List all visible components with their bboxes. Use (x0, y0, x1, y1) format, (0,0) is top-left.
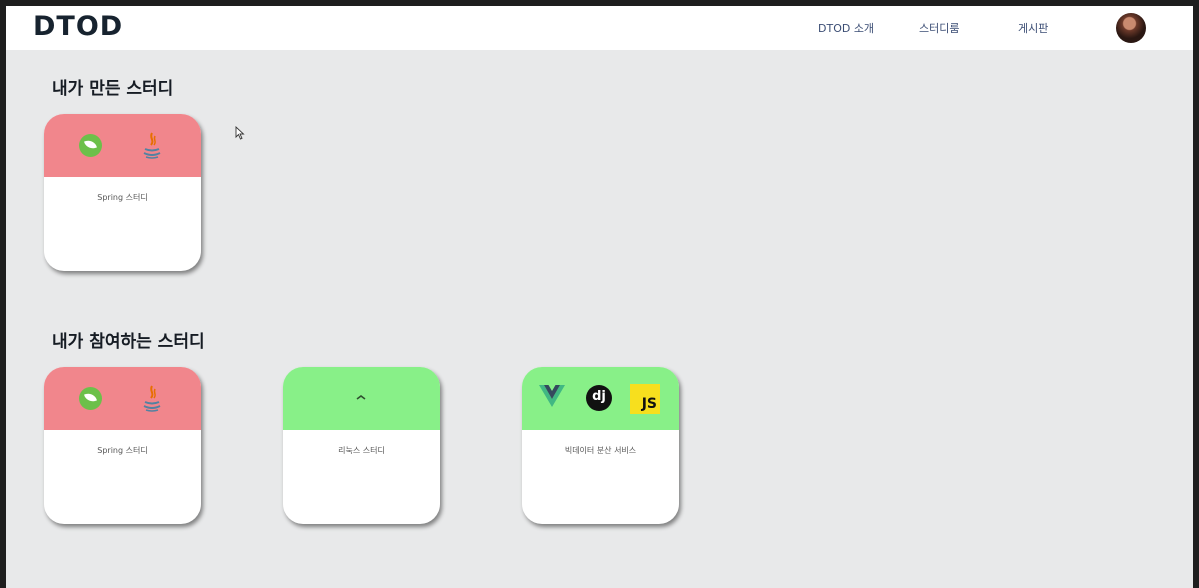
javascript-icon: JS (630, 384, 660, 414)
study-card-header: dj JS (522, 367, 679, 430)
user-avatar[interactable] (1116, 13, 1146, 43)
dtod-logo[interactable]: DTOD (33, 11, 123, 42)
browser-viewport: DTOD DTOD 소개 스터디룸 게시판 내가 만든 스터디 Spring 스… (6, 6, 1193, 588)
mouse-cursor-icon (235, 126, 245, 140)
study-card-title: 빅데이터 분산 서비스 (564, 446, 637, 455)
study-card-title: Spring 스터디 (97, 446, 148, 455)
study-card-title: Spring 스터디 (97, 193, 148, 202)
joined-studies-title: 내가 참여하는 스터디 (52, 332, 205, 352)
java-icon (143, 132, 161, 159)
linux-icon (356, 395, 366, 400)
spring-icon (79, 387, 102, 410)
study-card-header (44, 114, 201, 177)
top-navigation-bar: DTOD DTOD 소개 스터디룸 게시판 (6, 6, 1193, 50)
spring-icon (79, 134, 102, 157)
study-card-header (283, 367, 440, 430)
study-card-spring-joined[interactable]: Spring 스터디 (44, 367, 201, 524)
study-card-spring-made[interactable]: Spring 스터디 (44, 114, 201, 271)
study-card-header (44, 367, 201, 430)
made-studies-title: 내가 만든 스터디 (52, 79, 174, 99)
nav-link-board[interactable]: 게시판 (1018, 20, 1048, 36)
django-icon: dj (586, 385, 612, 411)
vue-icon (539, 385, 565, 407)
java-icon (143, 385, 161, 412)
nav-link-studyroom[interactable]: 스터디룸 (919, 20, 959, 36)
study-card-title: 리눅스 스터디 (338, 446, 385, 455)
nav-link-about[interactable]: DTOD 소개 (818, 20, 874, 36)
study-card-bigdata[interactable]: dj JS 빅데이터 분산 서비스 (522, 367, 679, 524)
study-card-linux[interactable]: 리눅스 스터디 (283, 367, 440, 524)
